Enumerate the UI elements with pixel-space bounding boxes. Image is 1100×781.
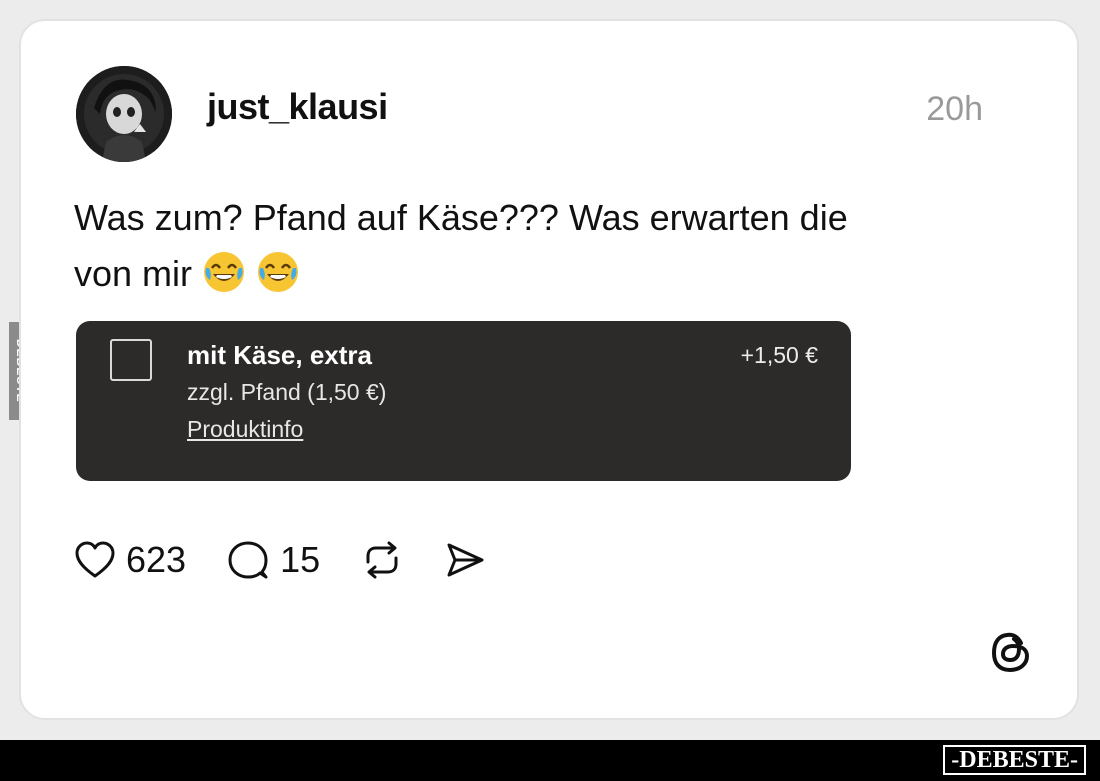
post-timestamp: 20h: [926, 90, 983, 128]
debeste-watermark: -DEBESTE-: [943, 745, 1086, 775]
addon-deposit-note: zzgl. Pfand (1,50 €): [187, 379, 387, 405]
addon-title: mit Käse, extra: [187, 340, 372, 370]
product-info-link[interactable]: Produktinfo: [187, 416, 303, 443]
post-actions-bar: 623 15: [74, 538, 526, 582]
post-text-line-1: Was zum? Pfand auf Käse??? Was erwarten …: [74, 197, 848, 238]
post-text-line-2: von mir: [74, 246, 974, 302]
laughing-tears-emoji-icon: [258, 252, 299, 292]
comment-count: 15: [280, 539, 321, 580]
comment-button[interactable]: 15: [226, 539, 320, 581]
share-icon: [447, 543, 484, 577]
laughing-tears-emoji-icon: [204, 252, 245, 292]
footer-bar: -DEBESTE-: [0, 740, 1100, 781]
repost-icon: [366, 541, 398, 579]
addon-checkbox[interactable]: [110, 339, 152, 381]
like-count: 623: [126, 539, 187, 580]
post-body: Was zum? Pfand auf Käse??? Was erwarten …: [74, 190, 974, 302]
addon-option-card: mit Käse, extra zzgl. Pfand (1,50 €) Pro…: [76, 321, 851, 481]
avatar[interactable]: [76, 66, 172, 162]
addon-price: +1,50 €: [740, 342, 818, 368]
share-button[interactable]: [444, 540, 486, 580]
username[interactable]: just_klausi: [207, 86, 388, 128]
repost-button[interactable]: [360, 540, 404, 580]
avatar-image: [76, 66, 172, 162]
like-button[interactable]: 623: [74, 539, 186, 581]
threads-logo-icon[interactable]: [988, 629, 1034, 675]
heart-icon: [75, 541, 115, 578]
comment-icon: [228, 541, 268, 579]
post-text-line-2-words: von mir: [74, 253, 193, 294]
